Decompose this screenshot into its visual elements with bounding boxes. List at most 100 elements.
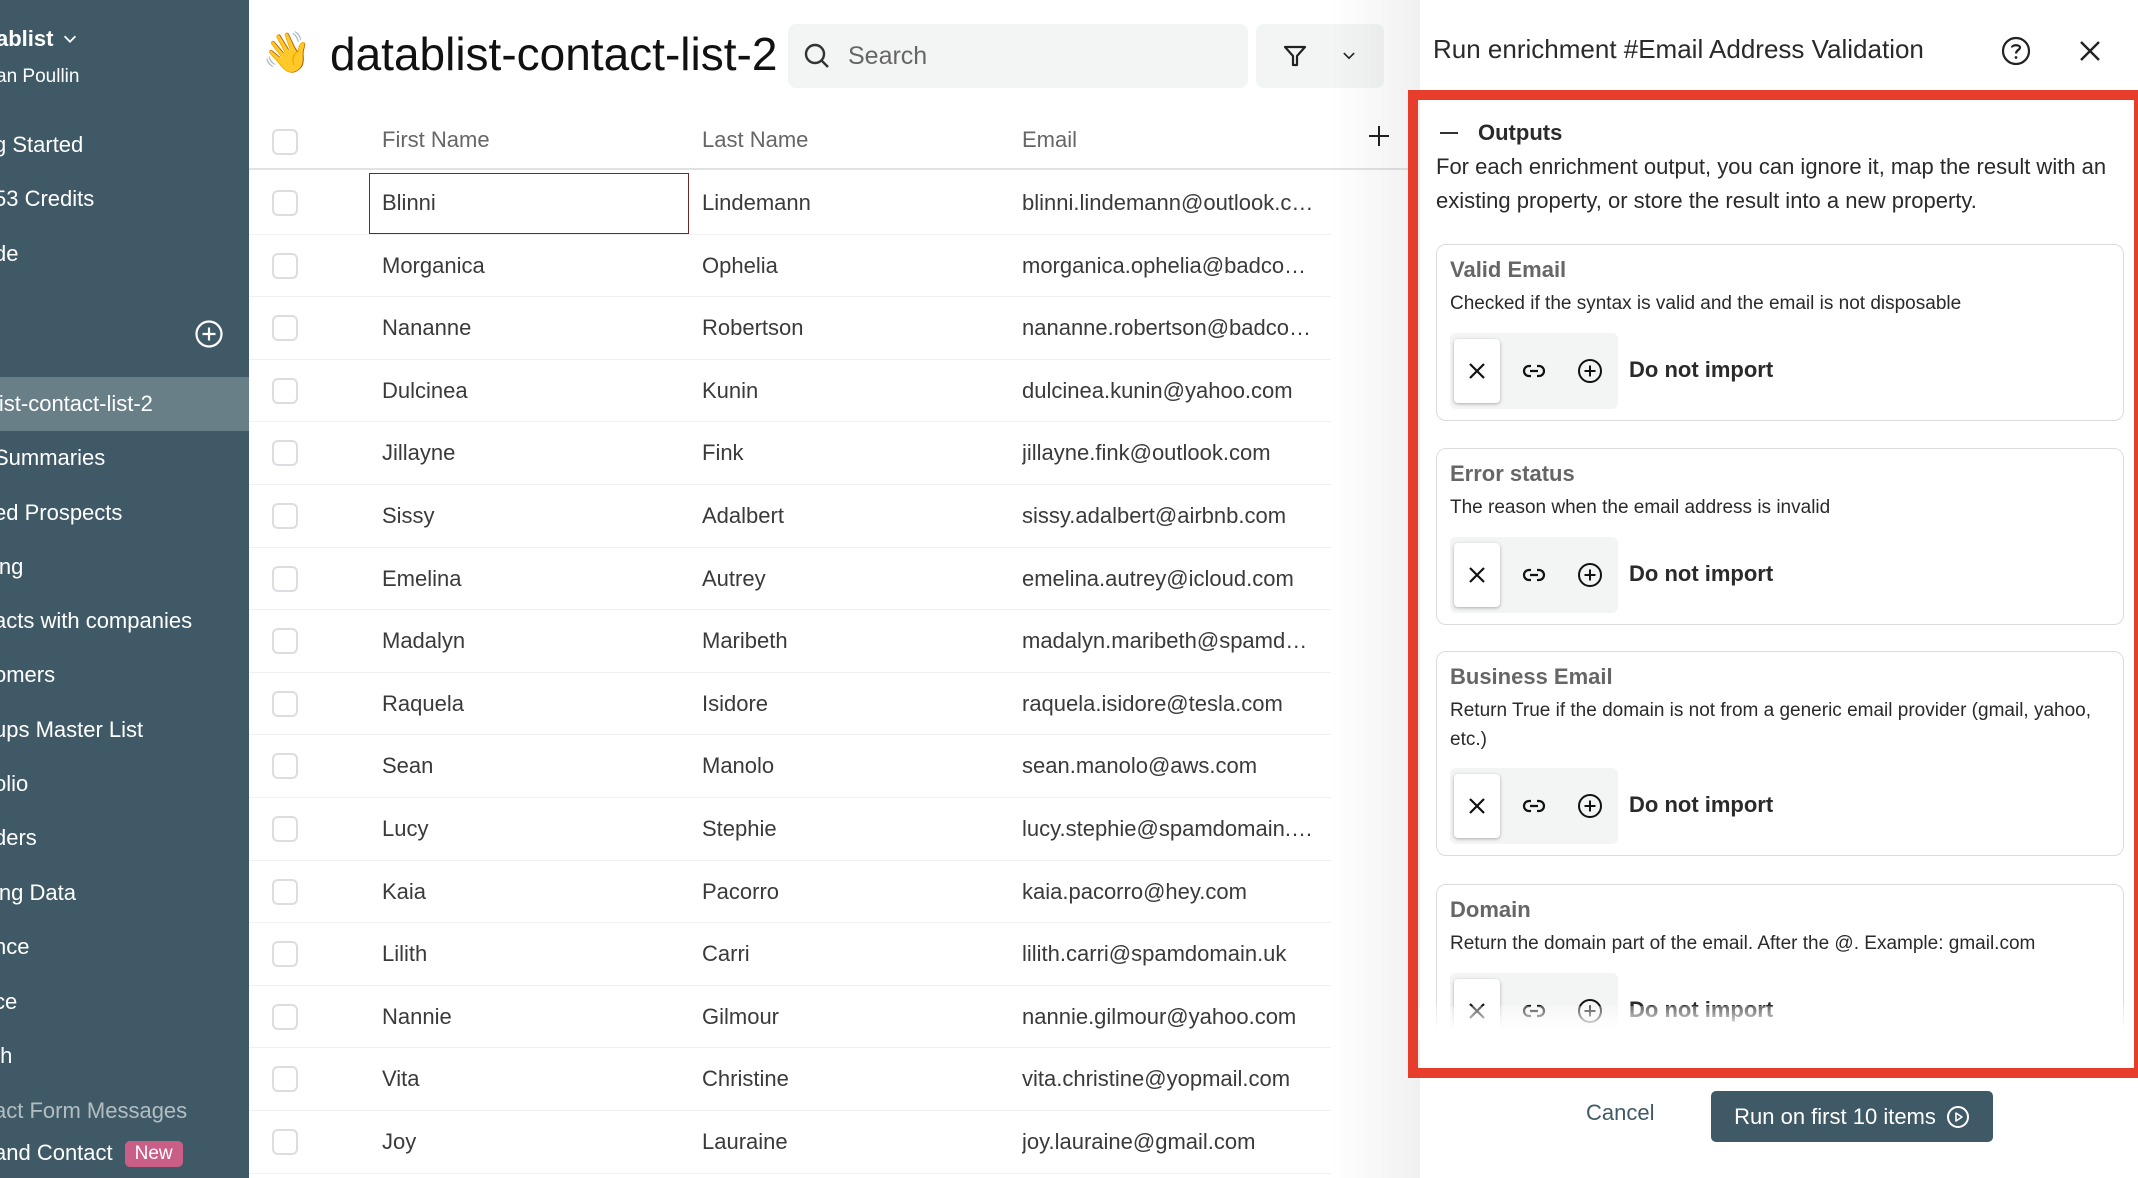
table-row[interactable]: Lilith Carri lilith.carri@spamdomain.uk — [249, 923, 1331, 986]
first-name-cell[interactable]: Sissy — [382, 485, 682, 547]
sidebar-item[interactable]: list-contact-list-2 — [0, 377, 249, 431]
table-row[interactable]: Morganica Ophelia morganica.ophelia@badco… — [249, 235, 1331, 298]
email-cell[interactable]: blinni.lindemann@outlook.c… — [1022, 172, 1318, 234]
sidebar-item[interactable]: Summaries — [0, 431, 243, 485]
create-property-option[interactable] — [1567, 543, 1613, 607]
email-cell[interactable]: madalyn.maribeth@spamd… — [1022, 610, 1318, 672]
row-checkbox[interactable] — [272, 941, 298, 968]
table-row[interactable]: Sean Manolo sean.manolo@aws.com — [249, 735, 1331, 798]
outputs-toggle[interactable]: Outputs — [1440, 120, 1562, 146]
last-name-cell[interactable]: Pacorro — [702, 861, 1002, 923]
email-cell[interactable]: sissy.adalbert@airbnb.com — [1022, 485, 1318, 547]
last-name-cell[interactable]: Maribeth — [702, 610, 1002, 672]
row-checkbox[interactable] — [272, 1129, 298, 1155]
first-name-cell[interactable]: Nannie — [382, 986, 682, 1048]
last-name-cell[interactable]: Carri — [702, 923, 1002, 985]
first-name-cell[interactable]: Emelina — [382, 548, 682, 610]
add-list-button[interactable] — [194, 319, 224, 349]
map-existing-option[interactable] — [1511, 339, 1557, 403]
email-cell[interactable]: kaia.pacorro@hey.com — [1022, 861, 1318, 923]
email-cell[interactable]: nannie.gilmour@yahoo.com — [1022, 986, 1318, 1048]
email-cell[interactable]: joy.lauraine@gmail.com — [1022, 1111, 1318, 1173]
row-checkbox[interactable] — [272, 1066, 298, 1093]
sidebar-item[interactable]: g Started — [0, 118, 243, 172]
table-row[interactable]: Madalyn Maribeth madalyn.maribeth@spamd… — [249, 610, 1331, 673]
email-cell[interactable]: morganica.ophelia@badco… — [1022, 235, 1318, 297]
table-row[interactable]: Emelina Autrey emelina.autrey@icloud.com — [249, 548, 1331, 611]
column-header-email[interactable]: Email — [1022, 127, 1077, 153]
last-name-cell[interactable]: Manolo — [702, 735, 1002, 797]
first-name-cell[interactable]: Lucy — [382, 798, 682, 860]
last-name-cell[interactable]: Isidore — [702, 673, 1002, 735]
last-name-cell[interactable]: Kunin — [702, 360, 1002, 422]
table-row[interactable]: Raquela Isidore raquela.isidore@tesla.com — [249, 673, 1331, 736]
first-name-cell[interactable]: Vita — [382, 1048, 682, 1110]
table-row[interactable]: Lucy Stephie lucy.stephie@spamdomain.… — [249, 798, 1331, 861]
ignore-option[interactable] — [1454, 774, 1500, 838]
email-cell[interactable]: dulcinea.kunin@yahoo.com — [1022, 360, 1318, 422]
table-row[interactable]: Sissy Adalbert sissy.adalbert@airbnb.com — [249, 485, 1331, 548]
search-box[interactable] — [788, 24, 1248, 88]
row-checkbox[interactable] — [272, 377, 298, 404]
first-name-cell[interactable]: Jillayne — [382, 422, 682, 484]
run-button[interactable]: Run on first 10 items — [1711, 1091, 1993, 1142]
row-checkbox[interactable] — [272, 315, 298, 342]
first-name-cell[interactable]: Nananne — [382, 297, 682, 359]
sidebar-item[interactable]: nce — [0, 920, 243, 974]
sidebar-item[interactable]: ups Master List — [0, 703, 243, 757]
sidebar-item[interactable]: and Contact New — [0, 1126, 243, 1178]
row-checkbox[interactable] — [272, 252, 298, 279]
table-row[interactable]: Vita Christine vita.christine@yopmail.com — [249, 1048, 1331, 1111]
first-name-cell[interactable]: Sean — [382, 735, 682, 797]
column-header-first-name[interactable]: First Name — [382, 127, 490, 153]
first-name-cell[interactable]: Lilith — [382, 923, 682, 985]
sidebar-item[interactable]: acts with companies — [0, 594, 243, 648]
sidebar-item[interactable]: ing Data — [0, 866, 243, 920]
sidebar-item[interactable]: 53 Credits — [0, 172, 243, 226]
email-cell[interactable]: sean.manolo@aws.com — [1022, 735, 1318, 797]
last-name-cell[interactable]: Fink — [702, 422, 1002, 484]
sidebar-item[interactable]: olio — [0, 757, 243, 811]
last-name-cell[interactable]: Robertson — [702, 297, 1002, 359]
email-cell[interactable]: raquela.isidore@tesla.com — [1022, 673, 1318, 735]
filter-icon[interactable] — [1280, 41, 1310, 71]
workspace-switcher[interactable]: ablist — [0, 26, 79, 52]
last-name-cell[interactable]: Christine — [702, 1048, 1002, 1110]
row-checkbox[interactable] — [272, 628, 298, 655]
row-checkbox[interactable] — [272, 878, 298, 905]
email-cell[interactable]: lilith.carri@spamdomain.uk — [1022, 923, 1318, 985]
table-row[interactable]: Kaia Pacorro kaia.pacorro@hey.com — [249, 861, 1331, 924]
table-row[interactable]: Nananne Robertson nananne.robertson@badco… — [249, 297, 1331, 360]
last-name-cell[interactable]: Ophelia — [702, 235, 1002, 297]
first-name-cell[interactable]: Raquela — [382, 673, 682, 735]
map-existing-option[interactable] — [1511, 774, 1557, 838]
select-all-checkbox[interactable] — [272, 129, 298, 155]
first-name-cell[interactable]: Blinni — [382, 172, 682, 234]
ignore-option[interactable] — [1454, 543, 1500, 607]
row-checkbox[interactable] — [272, 190, 298, 216]
row-checkbox[interactable] — [272, 503, 298, 529]
map-existing-option[interactable] — [1511, 543, 1557, 607]
create-property-option[interactable] — [1567, 339, 1613, 403]
row-checkbox[interactable] — [272, 816, 298, 842]
cancel-button[interactable]: Cancel — [1586, 1100, 1654, 1126]
first-name-cell[interactable]: Morganica — [382, 235, 682, 297]
last-name-cell[interactable]: Gilmour — [702, 986, 1002, 1048]
sidebar-item[interactable]: omers — [0, 648, 243, 702]
help-button[interactable] — [2000, 35, 2032, 67]
table-row[interactable]: Jillayne Fink jillayne.fink@outlook.com — [249, 422, 1331, 485]
last-name-cell[interactable]: Autrey — [702, 548, 1002, 610]
sidebar-item[interactable]: ders — [0, 811, 243, 865]
row-checkbox[interactable] — [272, 1003, 298, 1030]
last-name-cell[interactable]: Lauraine — [702, 1111, 1002, 1173]
email-cell[interactable]: jillayne.fink@outlook.com — [1022, 422, 1318, 484]
sidebar-item[interactable]: de — [0, 227, 243, 281]
email-cell[interactable]: lucy.stephie@spamdomain.… — [1022, 798, 1318, 860]
last-name-cell[interactable]: Lindemann — [702, 172, 1002, 234]
first-name-cell[interactable]: Joy — [382, 1111, 682, 1173]
ignore-option[interactable] — [1454, 339, 1500, 403]
first-name-cell[interactable]: Dulcinea — [382, 360, 682, 422]
table-row[interactable]: Nannie Gilmour nannie.gilmour@yahoo.com — [249, 986, 1331, 1049]
email-cell[interactable]: emelina.autrey@icloud.com — [1022, 548, 1318, 610]
column-header-last-name[interactable]: Last Name — [702, 127, 808, 153]
